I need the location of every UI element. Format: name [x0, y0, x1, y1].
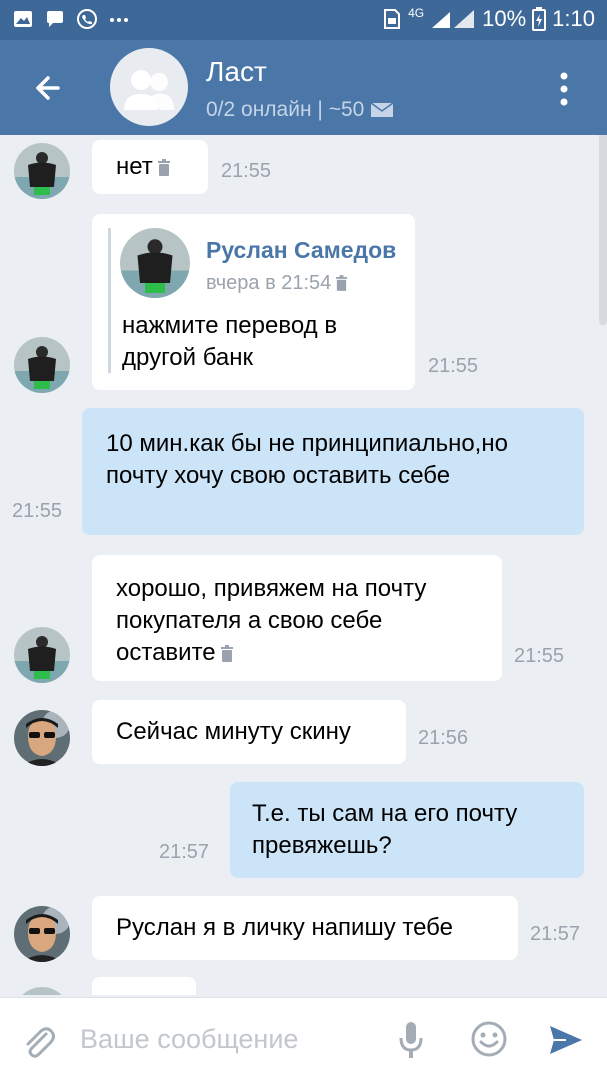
message-bubble[interactable]: Руслан я в личку напишу тебе	[92, 896, 518, 960]
message-input-bar: Ваше сообщение	[0, 997, 607, 1080]
message-bubble[interactable]: Сейчас минуту скину	[92, 700, 406, 764]
sender-avatar[interactable]	[14, 987, 70, 995]
chat-header: Ласт 0/2 онлайн | ~50	[0, 40, 607, 135]
envelope-icon	[370, 102, 394, 117]
forwarded-message-bubble[interactable]: Руслан Самедов вчера в 21:54 нажмите пер…	[92, 214, 415, 390]
man-avatar-icon	[14, 987, 70, 995]
message-time: 21:55	[514, 645, 565, 667]
sender-avatar-2[interactable]	[14, 710, 70, 766]
message-text: хорошо, привяжем на почту покупателя а с…	[116, 575, 427, 666]
trash-icon[interactable]	[335, 275, 348, 292]
more-vertical-icon[interactable]	[559, 72, 569, 106]
more-dots-icon	[110, 18, 128, 22]
chat-subtitle: 0/2 онлайн | ~50	[206, 98, 394, 122]
network-label: 4G	[408, 6, 425, 20]
message-text: Сейчас минуту скину	[116, 718, 351, 745]
chat-icon	[47, 11, 63, 27]
status-system: 4G 10% 1:10	[382, 6, 595, 32]
trash-icon[interactable]	[220, 644, 234, 663]
message-time: 21:55	[221, 160, 272, 182]
forward-line	[108, 228, 111, 373]
trash-icon[interactable]	[157, 158, 171, 177]
outgoing-message-bubble[interactable]: 10 мин.как бы не принципиально,но почту …	[82, 408, 584, 535]
forward-text: нажмите перевод в другой банк	[122, 312, 338, 371]
status-bar: 4G 10% 1:10	[0, 0, 607, 40]
microphone-icon[interactable]	[398, 1020, 424, 1060]
man-avatar-icon	[14, 337, 70, 393]
group-avatar[interactable]	[110, 48, 188, 126]
message-text: Руслан я в личку напишу тебе	[116, 914, 453, 941]
signal-icon	[432, 10, 475, 28]
message-list[interactable]: нет 21:55 Руслан Самедов вчера в 21:54 н…	[0, 135, 607, 995]
forward-author[interactable]: Руслан Самедов	[206, 234, 396, 266]
send-icon[interactable]	[546, 1020, 586, 1060]
man-avatar-icon	[120, 228, 190, 298]
scroll-indicator[interactable]	[599, 135, 607, 325]
man-avatar-icon	[14, 143, 70, 199]
message-text: Т.е. ты сам на его почту превяжешь?	[252, 800, 518, 859]
message-time: 21:57	[530, 923, 581, 945]
chat-subtitle-text: 0/2 онлайн | ~50	[206, 98, 365, 121]
message-text: нет	[116, 153, 153, 180]
battery-percent: 10%	[482, 6, 527, 31]
forward-date-row: вчера в 21:54	[206, 267, 348, 299]
sender-avatar-2[interactable]	[14, 906, 70, 962]
message-bubble[interactable]: хорошо, привяжем на почту покупателя а с…	[92, 555, 502, 681]
sender-avatar[interactable]	[14, 337, 70, 393]
emoji-icon[interactable]	[470, 1020, 508, 1058]
forward-date: вчера в 21:54	[206, 272, 332, 294]
message-input[interactable]: Ваше сообщение	[80, 1024, 298, 1055]
message-time: 21:57	[159, 841, 210, 863]
message-text: 10 мин.как бы не принципиально,но почту …	[106, 430, 508, 489]
man-sunglasses-avatar-icon	[14, 710, 70, 766]
message-time: 21:56	[418, 727, 469, 749]
clock: 1:10	[552, 6, 595, 31]
sender-avatar[interactable]	[14, 143, 70, 199]
image-icon	[14, 11, 32, 27]
status-notifications	[12, 8, 130, 30]
message-time: 21:55	[428, 355, 479, 377]
back-arrow-icon[interactable]	[30, 68, 70, 108]
message-time: 21:55	[12, 500, 63, 522]
viber-icon	[77, 9, 97, 29]
message-bubble[interactable]: нет	[92, 140, 208, 194]
message-bubble-partial[interactable]	[92, 977, 196, 995]
man-avatar-icon	[14, 627, 70, 683]
sender-avatar[interactable]	[14, 627, 70, 683]
outgoing-message-bubble[interactable]: Т.е. ты сам на его почту превяжешь?	[230, 782, 584, 878]
paperclip-icon[interactable]	[20, 1020, 56, 1060]
sim-icon	[384, 9, 401, 29]
man-sunglasses-avatar-icon	[14, 906, 70, 962]
group-avatar-icon	[124, 70, 174, 110]
forward-avatar[interactable]	[120, 228, 190, 298]
battery-icon	[532, 7, 547, 31]
chat-title[interactable]: Ласт	[206, 56, 267, 88]
